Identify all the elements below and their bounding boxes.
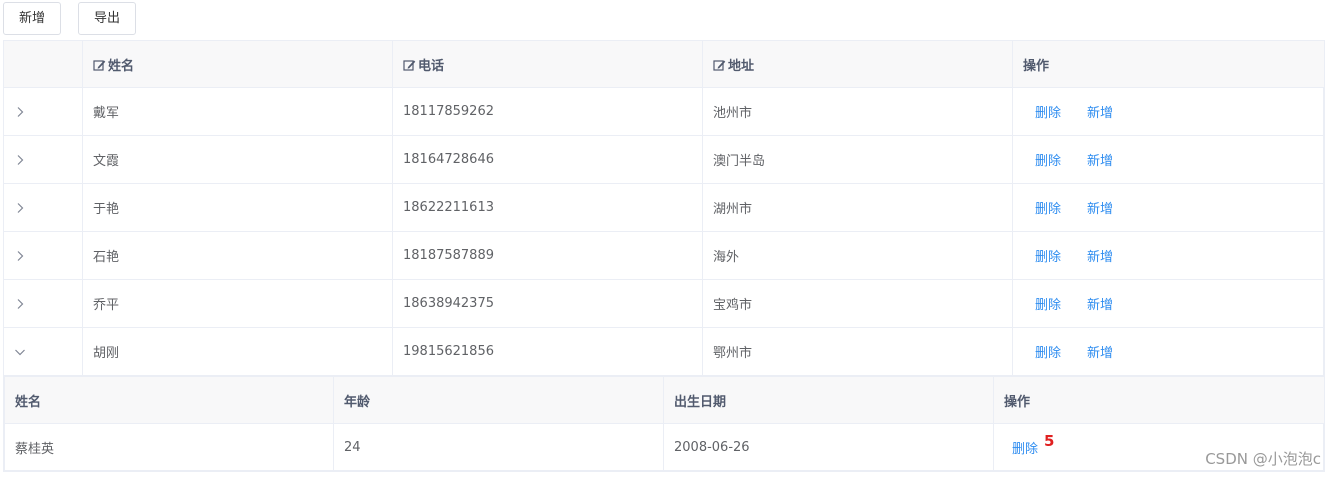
cell-address: 池州市 [702,87,1013,136]
detail-row: 姓名 年龄 出生日期 操作 蔡桂英 24 2008-06-26 删除 5 [3,375,1325,472]
delete-link[interactable]: 删除 [1035,102,1061,121]
cell-actions: 删除 新增 [1012,279,1325,328]
table-row-expanded: 胡刚 19815621856 鄂州市 删除 新增 [3,327,1325,376]
chevron-down-icon [15,349,25,355]
add-link[interactable]: 新增 [1087,102,1113,121]
header-phone: 电话 [392,40,703,88]
cell-name: 乔平 [82,279,393,328]
cell-actions: 删除 新增 [1012,135,1325,184]
cell-actions: 删除 新增 [1012,87,1325,136]
cell-name: 文霞 [82,135,393,184]
table-row: 石艳 18187587889 海外 删除 新增 [3,231,1325,280]
chevron-right-icon [17,202,24,213]
add-link[interactable]: 新增 [1087,246,1113,265]
header-address-label: 地址 [728,58,755,74]
cell-phone: 19815621856 [392,327,703,376]
expand-toggle[interactable] [3,135,83,184]
detail-table-header: 姓名 年龄 出生日期 操作 [4,376,1324,424]
chevron-right-icon [17,106,24,117]
cell-phone: 18164728646 [392,135,703,184]
cell-phone: 18117859262 [392,87,703,136]
detail-container: 姓名 年龄 出生日期 操作 蔡桂英 24 2008-06-26 删除 5 [3,375,1325,472]
main-table-header: 姓名 电话 地址 操作 [3,40,1325,88]
expand-toggle[interactable] [3,183,83,232]
header-actions: 操作 [1012,40,1325,88]
expand-toggle[interactable] [3,279,83,328]
detail-table: 姓名 年龄 出生日期 操作 蔡桂英 24 2008-06-26 删除 5 [4,376,1324,471]
edit-icon [713,59,726,71]
watermark: CSDN @小泡泡c [1205,450,1321,468]
main-table: 姓名 电话 地址 操作 戴军 18117859262 池州市 删除 新增 文霞 … [3,40,1325,472]
expand-header [3,40,83,88]
detail-header-age: 年龄 [333,376,664,424]
detail-cell-age: 24 [333,423,664,471]
chevron-right-icon [17,298,24,309]
detail-cell-name: 蔡桂英 [4,423,334,471]
edit-icon [403,59,416,71]
cell-address: 鄂州市 [702,327,1013,376]
cell-actions: 删除 新增 [1012,183,1325,232]
expand-toggle[interactable] [3,87,83,136]
cell-phone: 18638942375 [392,279,703,328]
cell-address: 海外 [702,231,1013,280]
delete-link[interactable]: 删除 [1035,198,1061,217]
cell-name: 胡刚 [82,327,393,376]
expand-toggle[interactable] [3,327,83,376]
add-link[interactable]: 新增 [1087,198,1113,217]
detail-header-birth: 出生日期 [663,376,994,424]
header-phone-label: 电话 [418,58,445,74]
add-link[interactable]: 新增 [1087,294,1113,313]
chevron-right-icon [17,250,24,261]
table-row: 于艳 18622211613 湖州市 删除 新增 [3,183,1325,232]
delete-link[interactable]: 删除 [1035,246,1061,265]
header-name: 姓名 [82,40,393,88]
cell-actions: 删除 新增 [1012,327,1325,376]
detail-table-row: 蔡桂英 24 2008-06-26 删除 5 [4,423,1324,471]
detail-header-name: 姓名 [4,376,334,424]
cell-name: 戴军 [82,87,393,136]
cell-address: 澳门半岛 [702,135,1013,184]
delete-link[interactable]: 删除 [1035,294,1061,313]
cell-phone: 18187587889 [392,231,703,280]
header-address: 地址 [702,40,1013,88]
cell-phone: 18622211613 [392,183,703,232]
detail-cell-birth: 2008-06-26 [663,423,994,471]
chevron-right-icon [17,154,24,165]
detail-header-actions: 操作 [993,376,1324,424]
add-link[interactable]: 新增 [1087,342,1113,361]
table-row: 文霞 18164728646 澳门半岛 删除 新增 [3,135,1325,184]
add-button[interactable]: 新增 [3,2,61,35]
delete-link[interactable]: 删除 [1035,342,1061,361]
add-link[interactable]: 新增 [1087,150,1113,169]
table-row: 乔平 18638942375 宝鸡市 删除 新增 [3,279,1325,328]
table-row: 戴军 18117859262 池州市 删除 新增 [3,87,1325,136]
cell-name: 石艳 [82,231,393,280]
count-badge: 5 [1044,431,1055,450]
delete-link[interactable]: 删除 [1035,150,1061,169]
cell-name: 于艳 [82,183,393,232]
export-button[interactable]: 导出 [78,2,136,35]
cell-address: 湖州市 [702,183,1013,232]
cell-actions: 删除 新增 [1012,231,1325,280]
expand-toggle[interactable] [3,231,83,280]
header-name-label: 姓名 [108,58,135,74]
detail-delete-link[interactable]: 删除 [1012,442,1038,457]
cell-address: 宝鸡市 [702,279,1013,328]
edit-icon [93,59,106,71]
